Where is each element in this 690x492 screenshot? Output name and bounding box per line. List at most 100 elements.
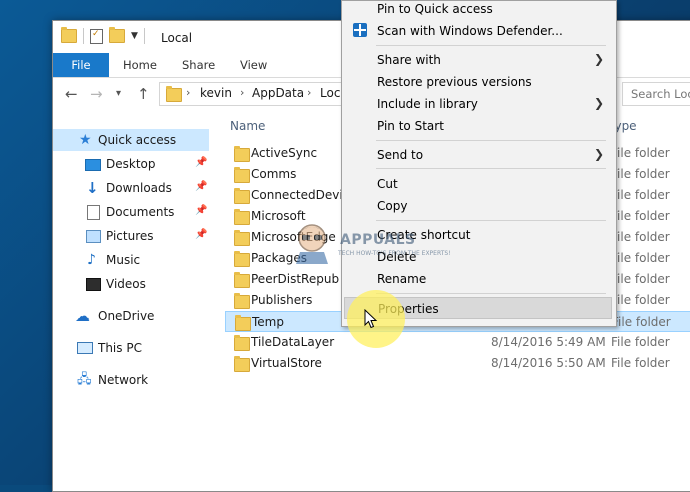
document-icon [87, 205, 100, 220]
file-type: File folder [611, 146, 670, 160]
windows-defender-icon [353, 23, 367, 37]
breadcrumb-kevin[interactable]: kevin [200, 86, 232, 100]
mascot-logo-icon [296, 224, 328, 264]
nav-item-pictures[interactable]: Pictures 📌 [53, 225, 209, 247]
recent-chevron-down-icon[interactable]: ▾ [116, 88, 121, 99]
table-row[interactable]: TileDataLayer 8/14/2016 5:49 AM File fol… [225, 332, 690, 353]
column-header-name[interactable]: Name [230, 119, 265, 133]
file-date: 8/14/2016 5:49 AM [491, 335, 606, 349]
network-icon: 🖧 [77, 372, 92, 387]
pictures-icon [86, 230, 101, 243]
menu-item-label: Share with [377, 53, 441, 67]
menu-item-copy[interactable]: Copy [344, 195, 612, 217]
nav-item-music[interactable]: ♪ Music [53, 249, 209, 271]
folder-icon [234, 146, 250, 162]
chevron-right-icon[interactable]: › [307, 86, 311, 99]
file-type: File folder [611, 356, 670, 370]
nav-label: Music [106, 253, 141, 267]
nav-item-documents[interactable]: Documents 📌 [53, 201, 209, 223]
file-type: File folder [611, 167, 670, 181]
menu-item-restore-previous-versions[interactable]: Restore previous versions [344, 71, 612, 93]
folder-icon [234, 188, 250, 204]
menu-item-label: Copy [377, 199, 408, 213]
toolbar-separator [143, 28, 145, 44]
cloud-icon: ☁ [75, 307, 90, 325]
customize-toolbar-icon[interactable]: ▼ [131, 31, 138, 41]
nav-item-quick-access[interactable]: ★ Quick access [53, 129, 209, 151]
table-row[interactable]: VirtualStore 8/14/2016 5:50 AM File fold… [225, 353, 690, 374]
file-type: File folder [611, 230, 670, 244]
chevron-right-icon: ❯ [593, 52, 604, 66]
file-type: File folder [611, 272, 670, 286]
nav-item-downloads[interactable]: ↓ Downloads 📌 [53, 177, 209, 199]
file-name: Temp [252, 315, 284, 329]
pin-icon[interactable]: 📌 [195, 229, 207, 240]
window-title: Local [161, 31, 193, 45]
nav-item-onedrive[interactable]: ☁ OneDrive [53, 305, 209, 327]
nav-label: Pictures [106, 229, 154, 243]
folder-icon [234, 251, 250, 267]
file-type: File folder [611, 188, 670, 202]
file-type: File folder [611, 251, 670, 265]
tab-file[interactable]: File [53, 53, 109, 77]
nav-label: This PC [98, 341, 142, 355]
folder-icon [234, 209, 250, 225]
menu-item-pin-to-start[interactable]: Pin to Start [344, 115, 612, 137]
tab-share[interactable]: Share [182, 53, 215, 77]
menu-item-share-with[interactable]: Share with ❯ [344, 49, 612, 71]
watermark-brand: APPUALS [340, 232, 416, 248]
pin-icon[interactable]: 📌 [195, 181, 207, 192]
nav-item-this-pc[interactable]: This PC [53, 337, 209, 359]
context-menu: Pin to Quick access Scan with Windows De… [341, 0, 617, 327]
menu-item-label: Pin to Start [377, 119, 444, 133]
breadcrumb-appdata[interactable]: AppData [252, 86, 304, 100]
nav-label: Quick access [98, 133, 177, 147]
menu-separator [376, 220, 606, 221]
file-type: File folder [612, 315, 671, 329]
pin-icon[interactable]: 📌 [195, 157, 207, 168]
file-name: PeerDistRepub [251, 272, 340, 286]
file-name: Comms [251, 167, 297, 181]
navigation-pane: ★ Quick access Desktop 📌 ↓ Downloads 📌 D… [53, 113, 213, 491]
forward-arrow-icon[interactable]: → [90, 85, 103, 103]
up-arrow-icon[interactable]: ↑ [137, 85, 150, 103]
file-name: ActiveSync [251, 146, 318, 160]
nav-item-videos[interactable]: Videos [53, 273, 209, 295]
chevron-right-icon[interactable]: › [186, 86, 190, 99]
menu-item-scan-with-defender[interactable]: Scan with Windows Defender... [344, 20, 612, 42]
menu-item-rename[interactable]: Rename [344, 268, 612, 290]
download-arrow-icon: ↓ [86, 179, 99, 197]
new-folder-icon[interactable] [109, 27, 125, 43]
menu-item-pin-to-quick-access[interactable]: Pin to Quick access [344, 0, 612, 20]
pin-icon[interactable]: 📌 [195, 205, 207, 216]
folder-icon[interactable] [61, 27, 77, 43]
menu-item-label: Restore previous versions [377, 75, 532, 89]
menu-item-label: Scan with Windows Defender... [377, 24, 563, 38]
search-placeholder: Search Local [631, 87, 690, 101]
toolbar-separator [83, 28, 84, 44]
chevron-right-icon[interactable]: › [240, 86, 244, 99]
back-arrow-icon[interactable]: ← [65, 85, 78, 103]
chevron-right-icon: ❯ [593, 147, 604, 161]
file-name: Publishers [251, 293, 313, 307]
nav-item-desktop[interactable]: Desktop 📌 [53, 153, 209, 175]
file-name: VirtualStore [251, 356, 322, 370]
nav-label: Desktop [106, 157, 156, 171]
menu-separator [376, 45, 606, 46]
tab-home[interactable]: Home [123, 53, 157, 77]
folder-icon [234, 293, 250, 309]
music-note-icon: ♪ [87, 252, 96, 268]
file-date: 8/14/2016 5:50 AM [491, 356, 606, 370]
properties-icon[interactable] [90, 28, 103, 44]
tab-view[interactable]: View [240, 53, 267, 77]
menu-item-cut[interactable]: Cut [344, 173, 612, 195]
nav-item-network[interactable]: 🖧 Network [53, 369, 209, 391]
folder-icon [234, 335, 250, 351]
menu-item-include-in-library[interactable]: Include in library ❯ [344, 93, 612, 115]
mouse-pointer-icon [364, 309, 378, 329]
menu-item-send-to[interactable]: Send to ❯ [344, 144, 612, 166]
nav-label: OneDrive [98, 309, 155, 323]
file-type: File folder [611, 335, 670, 349]
file-type: File folder [611, 293, 670, 307]
search-input[interactable]: Search Local [622, 82, 690, 106]
